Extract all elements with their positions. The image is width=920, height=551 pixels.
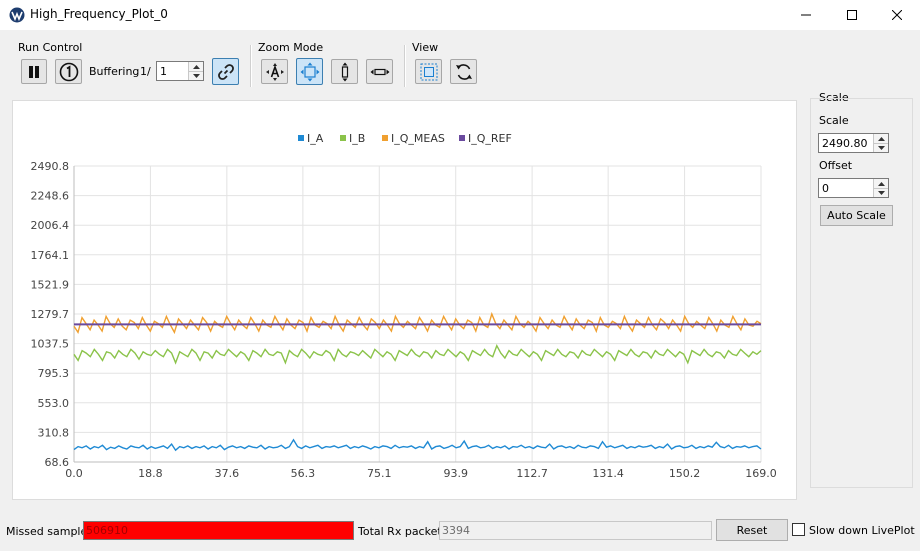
view-label: View	[412, 41, 439, 54]
line-chart[interactable]: 0.0 18.8 37.6 56.3 75.1 93.9 112.7 131.4 150.2 16…	[13, 101, 796, 499]
toolbar-separator	[404, 45, 406, 87]
minimize-icon	[801, 14, 811, 16]
window-title: High_Frequency_Plot_0	[30, 7, 168, 21]
zoom-xy-icon	[300, 62, 319, 81]
x-tick-label: 112.7	[516, 467, 548, 480]
zoom-y-icon	[341, 62, 348, 81]
offset-stepper[interactable]: 0	[818, 178, 889, 198]
pause-button[interactable]	[21, 59, 47, 84]
legend-label: I_Q_REF	[468, 132, 512, 145]
scale-down-arrow[interactable]	[874, 143, 888, 152]
chevron-up-icon	[877, 136, 885, 141]
title-bar: High_Frequency_Plot_0	[0, 0, 920, 30]
x-tick-label: 56.3	[291, 467, 316, 480]
legend-label: I_B	[349, 132, 365, 145]
auto-scale-button[interactable]: Auto Scale	[820, 205, 893, 226]
chevron-down-icon	[877, 190, 885, 195]
chevron-up-icon	[192, 64, 200, 69]
x-tick-label: 37.6	[215, 467, 240, 480]
x-tick-label: 131.4	[592, 467, 624, 480]
y-tick-label: 2490.8	[31, 160, 70, 173]
refresh-icon	[455, 63, 472, 80]
zoom-x-button[interactable]	[366, 59, 393, 84]
reset-button[interactable]: Reset	[716, 519, 788, 541]
toolbar-separator	[250, 45, 252, 87]
pause-icon	[29, 65, 39, 78]
close-icon	[892, 10, 902, 20]
chevron-down-icon	[877, 145, 885, 150]
plot-panel[interactable]: 0.0 18.8 37.6 56.3 75.1 93.9 112.7 131.4 150.2 16…	[12, 100, 797, 500]
scale-stepper[interactable]: 2490.80	[818, 133, 889, 153]
app-logo-icon	[9, 7, 25, 23]
minimize-button[interactable]	[783, 0, 829, 30]
fit-view-button[interactable]	[415, 59, 442, 84]
scale-label: Scale	[819, 114, 849, 127]
run-control-label: Run Control	[18, 41, 83, 54]
y-tick-label: 2006.4	[31, 219, 70, 232]
chevron-up-icon	[877, 181, 885, 186]
y-tick-label: 2248.6	[31, 190, 70, 203]
series-line-i-b	[73, 344, 762, 365]
zoom-xy-button[interactable]	[296, 58, 323, 85]
missed-samples-field: 506910	[83, 521, 354, 540]
missed-samples-label: Missed samples	[6, 525, 93, 538]
y-tick-label: 1279.7	[31, 308, 70, 321]
single-shot-button[interactable]	[55, 59, 82, 84]
x-tick-label: 169.0	[745, 467, 777, 480]
zoom-y-button[interactable]	[331, 59, 358, 84]
offset-down-arrow[interactable]	[874, 188, 888, 197]
total-rx-field: 3394	[439, 521, 712, 540]
scale-value: 2490.80	[822, 137, 868, 150]
slow-down-label: Slow down LivePlot	[809, 524, 915, 537]
legend-swatch	[382, 135, 388, 141]
link-button[interactable]	[212, 58, 239, 85]
offset-label: Offset	[819, 159, 853, 172]
buffering-down-arrow[interactable]	[189, 71, 203, 80]
buffering-stepper[interactable]: 1	[156, 61, 204, 81]
buffering-value: 1	[160, 65, 167, 78]
y-tick-label: 1037.5	[31, 338, 70, 351]
single-shot-icon	[59, 62, 78, 81]
total-rx-label: Total Rx packets	[358, 525, 448, 538]
y-tick-label: 68.6	[45, 456, 70, 469]
legend-swatch	[459, 135, 465, 141]
close-button[interactable]	[874, 0, 920, 30]
zoom-auto-icon	[265, 62, 284, 81]
fit-view-icon	[420, 63, 437, 80]
legend-swatch	[298, 135, 304, 141]
buffering-prefix: 1/	[140, 65, 151, 78]
x-tick-label: 18.8	[138, 467, 163, 480]
y-tick-label: 553.0	[38, 397, 70, 410]
slow-down-checkbox[interactable]	[792, 523, 805, 536]
refresh-view-button[interactable]	[450, 59, 477, 84]
y-tick-label: 795.3	[38, 367, 70, 380]
offset-value: 0	[822, 182, 829, 195]
series-line-i-a	[73, 438, 762, 452]
legend-label: I_A	[307, 132, 324, 145]
zoom-auto-button[interactable]	[261, 59, 288, 84]
y-tick-label: 1764.1	[31, 249, 70, 262]
legend-label: I_Q_MEAS	[391, 132, 445, 145]
y-tick-label: 1521.9	[31, 278, 70, 291]
x-tick-label: 93.9	[443, 467, 468, 480]
legend-swatch	[340, 135, 346, 141]
x-tick-label: 75.1	[367, 467, 392, 480]
series-line-i-q-meas	[73, 311, 762, 335]
maximize-button[interactable]	[829, 0, 875, 30]
chevron-down-icon	[192, 73, 200, 78]
link-icon	[217, 63, 234, 80]
scale-group	[810, 98, 913, 488]
maximize-icon	[847, 10, 857, 20]
zoom-x-icon	[370, 68, 389, 75]
x-tick-label: 150.2	[669, 467, 701, 480]
buffering-label: Buffering	[89, 65, 140, 78]
zoom-mode-label: Zoom Mode	[258, 41, 324, 54]
y-tick-label: 310.8	[38, 426, 70, 439]
